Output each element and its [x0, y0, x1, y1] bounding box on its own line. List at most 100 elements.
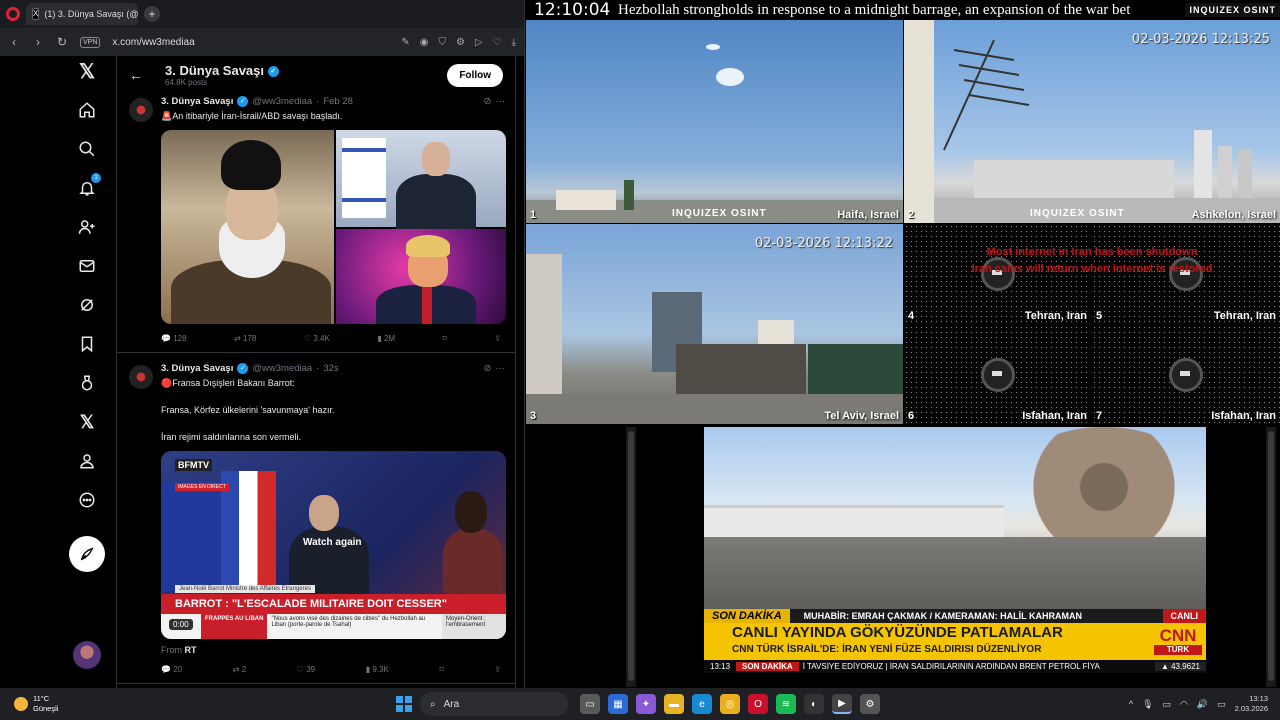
windows-start-icon[interactable] — [396, 696, 412, 712]
edit-icon[interactable]: ✎ — [401, 37, 409, 48]
edge-icon[interactable]: e — [692, 694, 712, 714]
iran-offline-line-1: Most internet in Iran has been shutdown — [986, 246, 1198, 258]
photo-khamenei[interactable] — [161, 130, 334, 324]
bookmarks-icon[interactable] — [74, 331, 100, 357]
home-icon[interactable] — [74, 97, 100, 123]
son-dakika-label: SON DAKİKA — [704, 609, 790, 623]
x-logo-icon[interactable]: 𝕏 — [74, 58, 100, 84]
premium-x-icon[interactable]: 𝕏 — [74, 409, 100, 435]
repost-button[interactable]: ⇄ 178 — [234, 334, 256, 343]
send-icon[interactable]: ▷ — [475, 37, 483, 48]
x-logo-glyph: 𝕏 — [78, 60, 96, 83]
photo-netanyahu[interactable] — [336, 130, 506, 229]
tweet-author[interactable]: 3. Dünya Savaşı — [161, 96, 233, 107]
reply-button[interactable]: 💬 20 — [161, 665, 182, 674]
reply-button[interactable]: 💬 128 — [161, 334, 187, 343]
new-tab-button[interactable]: + — [144, 6, 160, 22]
share-icon[interactable]: ⇪ — [494, 334, 501, 343]
repost-button[interactable]: ⇄ 2 — [233, 665, 246, 674]
explore-search-icon[interactable] — [74, 136, 100, 162]
chevron-up-icon[interactable]: ^ — [1129, 699, 1133, 709]
bookmark-icon[interactable]: ⌑ — [440, 665, 444, 674]
bookmark-icon[interactable]: ⌑ — [443, 334, 447, 343]
left-scrollbar[interactable] — [626, 427, 636, 687]
tweet-photo-grid[interactable] — [161, 130, 506, 324]
account-avatar[interactable] — [73, 641, 101, 669]
views-button[interactable]: ▮ 9.3K — [366, 665, 389, 674]
like-button[interactable]: ♡ 39 — [297, 665, 315, 674]
x-sidebar: 𝕏 1 𝕏 — [58, 58, 116, 526]
chrome-icon[interactable]: ◎ — [720, 694, 740, 714]
tower — [1238, 150, 1252, 200]
scrollbar-thumb[interactable] — [1268, 431, 1274, 681]
video-headline: BARROT : "L'ESCALADE MILITAIRE DOIT CESS… — [161, 594, 506, 614]
right-scrollbar[interactable] — [1266, 427, 1276, 687]
back-arrow-icon[interactable]: ← — [129, 67, 165, 83]
follow-button[interactable]: Follow — [447, 63, 503, 87]
tweet-video[interactable]: BFMTV IMAGES EN DIRECT Watch again Jean-… — [161, 451, 506, 639]
shield-icon[interactable]: ⛉ — [438, 37, 446, 48]
reload-icon[interactable]: ↻ — [56, 35, 68, 49]
more-icon[interactable]: ··· — [496, 363, 506, 374]
follow-user-icon[interactable] — [74, 214, 100, 240]
weather-widget[interactable]: 11°C Güneşli — [0, 694, 200, 714]
tweet-avatar[interactable] — [129, 365, 153, 389]
tweet-author[interactable]: 3. Dünya Savaşı — [161, 363, 233, 374]
jobs-icon[interactable] — [74, 370, 100, 396]
cnn-bottom-ticker: 13:13 SON DAKİKA İ TAVSİYE EDİYORUZ | İR… — [704, 660, 1206, 673]
grok-icon[interactable] — [74, 292, 100, 318]
cnn-turk-video[interactable]: SON DAKİKA MUHABİR: EMRAH ÇAKMAK / KAMER… — [704, 427, 1206, 673]
taskbar-search[interactable]: ⌕ Ara — [420, 692, 568, 716]
tweet-avatar[interactable] — [129, 98, 153, 122]
views-button[interactable]: ▮ 2M — [377, 334, 395, 343]
opera-logo-icon[interactable] — [6, 7, 20, 21]
copilot-icon[interactable]: ✦ — [636, 694, 656, 714]
watch-again-button[interactable]: Watch again — [303, 537, 362, 548]
store-icon[interactable]: ▦ — [608, 694, 628, 714]
more-options-icon[interactable] — [74, 487, 100, 513]
file-explorer-icon[interactable]: ▬ — [664, 694, 684, 714]
grok-icon[interactable]: ⊘ — [484, 96, 492, 107]
tweet[interactable]: 3. Dünya Savaşı ✓ @ww3mediaa · 32s ⊘ ···… — [117, 353, 515, 684]
url-field[interactable]: x.com/ww3mediaa — [112, 37, 389, 48]
github-icon[interactable]: ◐ — [804, 694, 824, 714]
video-ticker: FRAPPES AU LIBAN "Nous avons visé des di… — [161, 614, 506, 639]
volume-icon[interactable]: 🔊 — [1197, 699, 1208, 710]
opera-icon[interactable]: O — [748, 694, 768, 714]
back-arrow-icon[interactable]: ‹ — [8, 35, 20, 49]
profile-icon[interactable] — [74, 448, 100, 474]
grok-icon[interactable]: ⊘ — [484, 363, 492, 374]
messages-envelope-icon[interactable] — [74, 253, 100, 279]
heart-icon[interactable]: ♡ — [493, 37, 502, 48]
system-clock[interactable]: 13:13 2.03.2026 — [1235, 694, 1268, 714]
from-source[interactable]: RT — [185, 645, 197, 655]
vpn-badge[interactable]: VPN — [80, 36, 101, 48]
camera-icon[interactable]: ◉ — [420, 37, 429, 48]
tweet-handle[interactable]: @ww3mediaa — [252, 96, 312, 107]
tweet-handle[interactable]: @ww3mediaa — [252, 363, 312, 374]
camera-location: Isfahan, Iran — [1211, 410, 1276, 422]
tweet-time[interactable]: 32s — [323, 363, 338, 374]
download-icon[interactable]: ⤓ — [512, 37, 516, 48]
tweet[interactable]: 3. Dünya Savaşı ✓ @ww3mediaa · Feb 28 ⊘ … — [117, 94, 515, 353]
stream-clock: 12:10:04 — [534, 0, 611, 20]
compose-post-button[interactable] — [69, 536, 105, 572]
settings-gear-icon[interactable]: ⚙ — [860, 694, 880, 714]
media-app-icon[interactable]: ▶ — [832, 694, 852, 714]
task-view-icon[interactable]: ▭ — [580, 694, 600, 714]
scrollbar-thumb[interactable] — [628, 431, 634, 681]
like-button[interactable]: ♡ 3.4K — [304, 334, 330, 343]
wifi-icon[interactable]: ◠ — [1180, 699, 1188, 710]
tweet-time[interactable]: Feb 28 — [323, 96, 353, 107]
share-icon[interactable]: ⇪ — [494, 665, 501, 674]
notifications-bell-icon[interactable]: 1 — [74, 173, 101, 201]
battery-icon[interactable]: ▭ — [1217, 699, 1226, 710]
microphone-icon[interactable]: 🎙 — [1142, 699, 1153, 710]
display-icon[interactable]: ▭ — [1163, 699, 1172, 710]
more-icon[interactable]: ··· — [496, 96, 506, 107]
extensions-icon[interactable]: ⚙ — [456, 37, 465, 48]
photo-trump[interactable] — [336, 229, 506, 324]
tab-x-profile[interactable]: X (1) 3. Dünya Savaşı (@ww × — [26, 3, 138, 25]
spotify-icon[interactable]: ≋ — [776, 694, 796, 714]
forward-arrow-icon[interactable]: › — [32, 35, 44, 49]
